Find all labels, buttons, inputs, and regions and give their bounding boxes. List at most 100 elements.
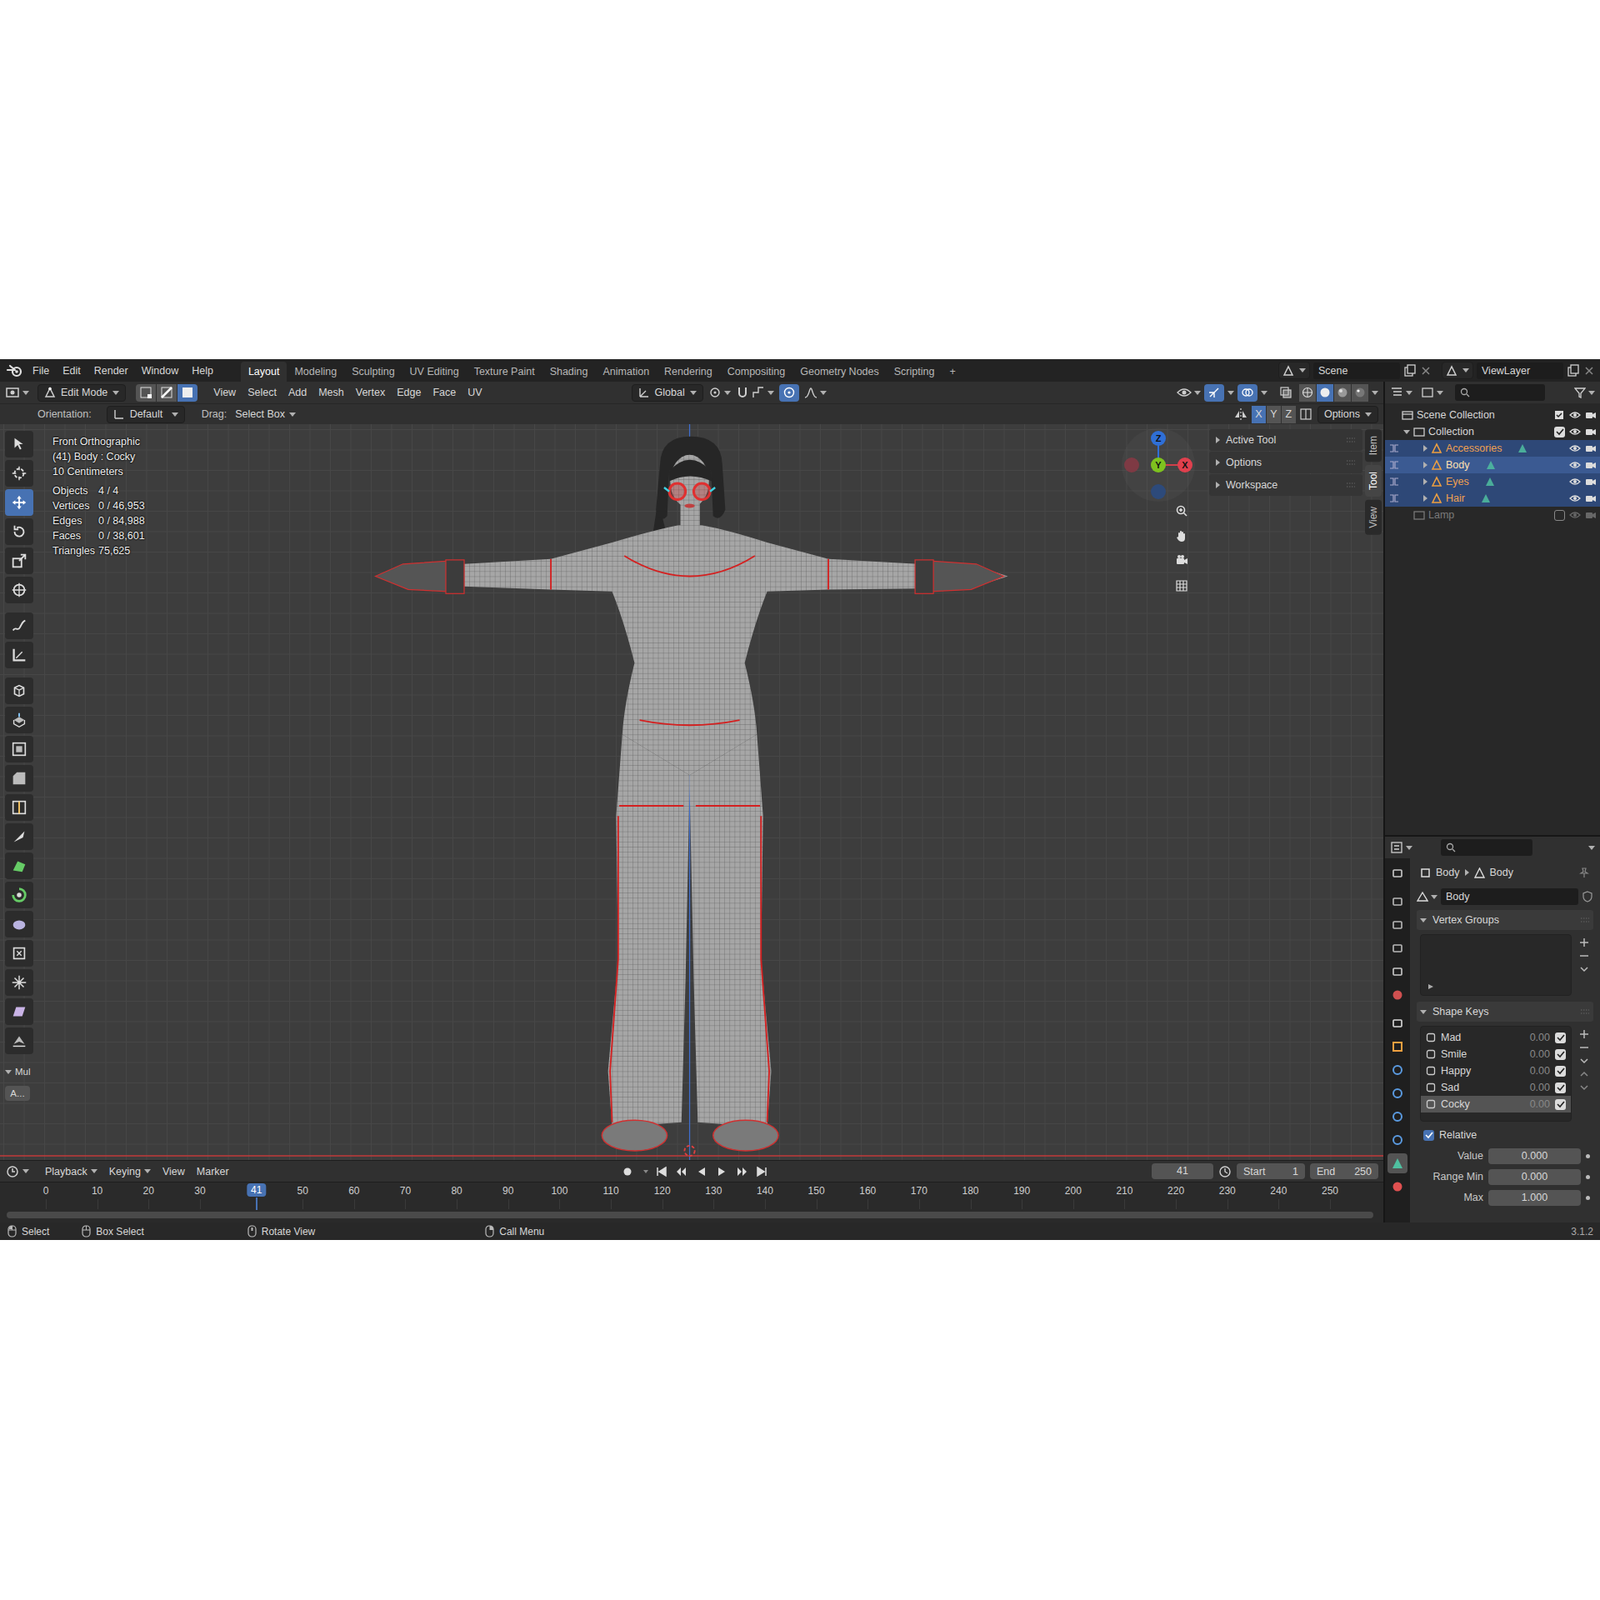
properties-tab[interactable]: [1387, 915, 1408, 935]
tool-button[interactable]: [5, 489, 34, 516]
menu-item[interactable]: Keying: [103, 1163, 157, 1180]
editor-type-button[interactable]: [5, 385, 30, 400]
select-mode-button[interactable]: [156, 384, 177, 402]
mirror-icon[interactable]: [1233, 407, 1249, 421]
eye-icon[interactable]: [1569, 475, 1581, 488]
tool-button[interactable]: [5, 1027, 34, 1055]
operator-button[interactable]: A...: [5, 1085, 30, 1101]
playback-button[interactable]: [714, 1162, 730, 1180]
tool-button[interactable]: [5, 706, 34, 734]
shape-key-enabled-checkbox[interactable]: [1555, 1082, 1566, 1094]
outliner-row[interactable]: Scene Collection: [1385, 406, 1600, 424]
display-mode-dropdown[interactable]: [1420, 385, 1444, 400]
outliner-search[interactable]: [1455, 384, 1545, 401]
transform-orientation-dropdown[interactable]: Global: [631, 384, 704, 402]
select-toggle-icon[interactable]: [1388, 492, 1400, 505]
editor-type-button[interactable]: [5, 1165, 30, 1179]
view-layer-selector-field[interactable]: ViewLayer: [1476, 362, 1564, 380]
tool-button[interactable]: [5, 518, 34, 545]
workspace-tab[interactable]: Scripting: [886, 361, 943, 382]
tool-button[interactable]: [5, 940, 34, 967]
sidebar-tab[interactable]: View: [1365, 500, 1382, 535]
mesh-name-field[interactable]: Body: [1440, 888, 1579, 905]
sidebar-tab[interactable]: Tool: [1365, 465, 1382, 497]
shape-key-row[interactable]: Sad0.00: [1420, 1079, 1571, 1096]
number-field[interactable]: 0.000: [1488, 1148, 1581, 1165]
navigation-button[interactable]: [1169, 499, 1195, 523]
duplicate-icon[interactable]: [1403, 364, 1417, 378]
shading-mode-button[interactable]: [1299, 384, 1316, 402]
eye-icon[interactable]: [1569, 509, 1581, 521]
close-icon[interactable]: [1420, 365, 1432, 377]
3d-viewport[interactable]: MulA...Front Orthographic(41) Body : Coc…: [0, 424, 1384, 1160]
view-layer-selector[interactable]: ViewLayer: [1441, 361, 1595, 380]
tool-button[interactable]: [5, 612, 34, 640]
tool-button[interactable]: [5, 641, 34, 669]
move-up-icon[interactable]: [1579, 1069, 1590, 1080]
sidebar-section[interactable]: Options: [1209, 451, 1363, 474]
number-field[interactable]: 0.000: [1488, 1169, 1581, 1185]
mirror-axis-button[interactable]: X: [1251, 405, 1266, 424]
menu-item[interactable]: Select: [241, 384, 283, 401]
tool-button[interactable]: [5, 794, 34, 821]
properties-tab[interactable]: [1387, 1013, 1408, 1034]
camera-icon[interactable]: [1585, 509, 1597, 521]
visibility-dropdown[interactable]: [1176, 385, 1201, 400]
relative-option[interactable]: Relative: [1416, 1125, 1594, 1145]
camera-icon[interactable]: [1585, 442, 1597, 455]
timeline-scrollbar[interactable]: [0, 1209, 1384, 1223]
camera-icon[interactable]: [1585, 459, 1597, 471]
negative-x-axis[interactable]: [1124, 457, 1140, 473]
mirror-axis-button[interactable]: Z: [1281, 405, 1296, 424]
menu-item[interactable]: Window: [135, 362, 185, 380]
properties-tab[interactable]: [1387, 938, 1408, 959]
z-axis[interactable]: Z: [1150, 430, 1166, 446]
mirror-axis-button[interactable]: Y: [1266, 405, 1281, 424]
navigation-button[interactable]: [1169, 524, 1195, 548]
properties-tab[interactable]: [1387, 961, 1408, 982]
properties-tab[interactable]: [1387, 891, 1408, 912]
navigation-gizmo[interactable]: ZXY: [1116, 424, 1200, 508]
tool-button[interactable]: [5, 430, 34, 458]
playback-button[interactable]: [674, 1162, 690, 1180]
shape-key-enabled-checkbox[interactable]: [1555, 1099, 1566, 1110]
menu-item[interactable]: Playback: [39, 1163, 104, 1180]
properties-tab[interactable]: [1387, 1106, 1408, 1127]
shape-keys-panel-header[interactable]: Shape Keys: [1416, 1001, 1594, 1022]
camera-icon[interactable]: [1585, 475, 1597, 488]
tool-button[interactable]: [5, 576, 34, 604]
tool-button[interactable]: [5, 823, 34, 850]
remove-icon[interactable]: [1579, 950, 1590, 961]
close-icon[interactable]: [1583, 365, 1595, 377]
scene-selector-field[interactable]: Scene: [1313, 362, 1400, 380]
workspace-tab[interactable]: Rendering: [656, 361, 720, 382]
menu-item[interactable]: Marker: [190, 1163, 235, 1180]
preview-range-icon[interactable]: [1218, 1165, 1232, 1179]
blender-logo-icon[interactable]: [5, 362, 25, 380]
outliner-row[interactable]: Body: [1385, 456, 1600, 474]
playback-button[interactable]: [694, 1162, 710, 1180]
shading-mode-button[interactable]: [1351, 384, 1369, 402]
playback-button[interactable]: [654, 1162, 670, 1180]
end-frame-field[interactable]: End250: [1310, 1163, 1379, 1180]
menu-item[interactable]: Edit: [56, 362, 87, 380]
move-down-icon[interactable]: [1579, 1082, 1590, 1093]
eye-icon[interactable]: [1569, 425, 1581, 438]
menu-item[interactable]: UV: [461, 384, 488, 401]
workspace-tab[interactable]: Sculpting: [344, 361, 402, 382]
properties-tab[interactable]: [1387, 1036, 1408, 1057]
tool-button[interactable]: [5, 998, 34, 1025]
properties-tab[interactable]: [1387, 863, 1408, 884]
menu-item[interactable]: Edge: [390, 384, 427, 401]
number-field[interactable]: 1.000: [1488, 1190, 1581, 1206]
add-icon[interactable]: [1579, 937, 1590, 948]
menu-item[interactable]: Add: [282, 384, 313, 401]
outliner-row[interactable]: Collection: [1385, 423, 1600, 440]
camera-icon[interactable]: [1585, 492, 1597, 505]
tool-button[interactable]: [5, 735, 34, 763]
workspace-tab[interactable]: Compositing: [720, 361, 793, 382]
tool-button[interactable]: [5, 677, 34, 705]
menu-item[interactable]: View: [156, 1163, 191, 1180]
properties-tab[interactable]: [1387, 1130, 1408, 1150]
menu-item[interactable]: Render: [88, 362, 135, 380]
